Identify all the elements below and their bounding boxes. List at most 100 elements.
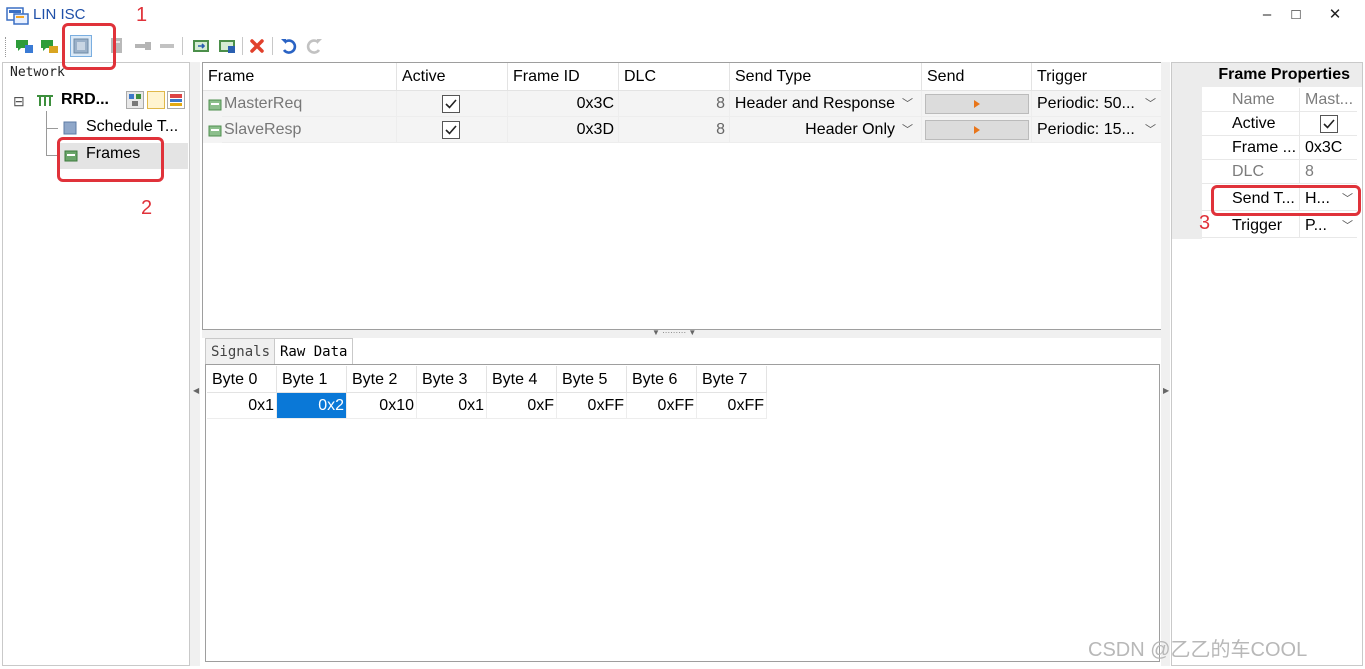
maximize-button[interactable]: □ (1277, 4, 1315, 26)
splitter-grip-icon[interactable]: ▼ ········· ▼ (652, 328, 696, 337)
toolbar (0, 31, 1365, 62)
byte-value-cell-selected[interactable]: 0x2 (277, 393, 347, 419)
check-icon (445, 125, 457, 135)
node-frames-icon[interactable] (167, 91, 185, 109)
column-header-send-type[interactable]: Send Type (730, 63, 922, 91)
column-header-trigger[interactable]: Trigger (1032, 63, 1163, 91)
export-icon[interactable] (216, 35, 238, 57)
tree-node-rrd[interactable]: RRD... (61, 91, 109, 109)
send-type-cell[interactable]: Header Only ﹀ (730, 117, 922, 143)
chevron-down-icon[interactable]: ﹀ (1342, 214, 1353, 237)
check-icon (1323, 119, 1335, 129)
key-icon[interactable] (132, 35, 154, 57)
property-value-active[interactable] (1300, 112, 1357, 136)
trigger-dropdown-value: P... (1305, 217, 1327, 234)
byte-header: Byte 1 (277, 366, 347, 393)
dlc-cell: 8 (619, 91, 730, 117)
add-frame-icon[interactable] (13, 35, 35, 57)
byte-header: Byte 7 (697, 366, 767, 393)
node-cluster-icon[interactable] (126, 91, 144, 109)
active-cell[interactable] (397, 91, 508, 117)
trigger-cell[interactable]: Periodic: 15... ﹀ (1032, 117, 1163, 143)
byte-value-cell[interactable]: 0xF (487, 393, 557, 419)
byte-value-cell[interactable]: 0x10 (347, 393, 417, 419)
splitter-arrow-icon[interactable]: ◀ (193, 386, 199, 395)
network-node-icon (36, 93, 54, 109)
send-type-cell[interactable]: Header and Response ﹀ (730, 91, 922, 117)
node-moon-icon[interactable] (147, 91, 165, 109)
left-splitter[interactable] (190, 62, 200, 666)
byte-value-cell[interactable]: 0xFF (557, 393, 627, 419)
active-checkbox[interactable] (442, 95, 460, 113)
column-header-frame-id[interactable]: Frame ID (508, 63, 619, 91)
column-header-active[interactable]: Active (397, 63, 508, 91)
byte-value-cell[interactable]: 0xFF (627, 393, 697, 419)
property-key-name: Name (1202, 88, 1300, 112)
annotation-box-2 (57, 137, 164, 182)
property-key-dlc: DLC (1202, 160, 1300, 184)
import-icon[interactable] (190, 35, 212, 57)
chevron-down-icon[interactable]: ﹀ (1145, 117, 1156, 142)
property-value-trigger[interactable]: P... ﹀ (1300, 214, 1357, 238)
window-title: LIN ISC (33, 6, 86, 23)
send-button[interactable] (925, 94, 1029, 114)
property-active-checkbox[interactable] (1320, 115, 1338, 133)
property-value-name: Mast... (1300, 88, 1357, 112)
toolbar-grip (5, 37, 8, 57)
properties-gutter (1172, 87, 1202, 239)
column-header-dlc[interactable]: DLC (619, 63, 730, 91)
trigger-cell[interactable]: Periodic: 50... ﹀ (1032, 91, 1163, 117)
chevron-down-icon[interactable]: ﹀ (902, 91, 913, 116)
active-checkbox[interactable] (442, 121, 460, 139)
property-value-frame-id[interactable]: 0x3C (1300, 136, 1357, 160)
chevron-down-icon[interactable]: ﹀ (902, 117, 913, 142)
annotation-box-3 (1211, 185, 1361, 216)
tree-connector (46, 111, 47, 155)
dlc-cell: 8 (619, 117, 730, 143)
title-bar: LIN ISC – □ ✕ (0, 0, 1365, 31)
send-type-value: Header and Response (734, 95, 895, 112)
tree-connector (46, 128, 58, 129)
property-value-dlc: 8 (1300, 160, 1357, 184)
property-key-active: Active (1202, 112, 1300, 136)
tab-signals[interactable]: Signals (205, 338, 277, 364)
active-cell[interactable] (397, 117, 508, 143)
delete-icon[interactable] (246, 35, 268, 57)
tree-item-schedule-tables[interactable]: Schedule T... (86, 118, 178, 136)
frame-name-cell[interactable]: MasterReq (222, 91, 397, 117)
chevron-down-icon[interactable]: ﹀ (1145, 91, 1156, 116)
annotation-box-1 (62, 23, 116, 70)
splitter-arrow-icon[interactable]: ▶ (1163, 386, 1169, 395)
app-icon (6, 7, 30, 25)
play-icon (974, 100, 980, 108)
schedule-table-icon (63, 121, 77, 135)
close-button[interactable]: ✕ (1316, 4, 1354, 26)
send-cell (922, 117, 1032, 143)
frame-id-cell[interactable]: 0x3C (508, 91, 619, 117)
send-cell (922, 91, 1032, 117)
column-header-send[interactable]: Send (922, 63, 1032, 91)
byte-value-cell[interactable]: 0xFF (697, 393, 767, 419)
undo-icon[interactable] (278, 35, 300, 57)
annotation-number-3: 3 (1199, 212, 1211, 234)
minus-icon[interactable] (156, 35, 178, 57)
annotation-number-2: 2 (141, 197, 153, 219)
frame-name-cell[interactable]: SlaveResp (222, 117, 397, 143)
byte-header: Byte 2 (347, 366, 417, 393)
frame-id-cell[interactable]: 0x3D (508, 117, 619, 143)
trigger-value: Periodic: 50... (1037, 95, 1135, 112)
tab-raw-data[interactable]: Raw Data (274, 338, 354, 365)
send-button[interactable] (925, 120, 1029, 140)
play-icon (974, 126, 980, 134)
redo-icon[interactable] (303, 35, 325, 57)
byte-header: Byte 3 (417, 366, 487, 393)
byte-value-cell[interactable]: 0x1 (207, 393, 277, 419)
byte-value-cell[interactable]: 0x1 (417, 393, 487, 419)
right-splitter[interactable] (1161, 62, 1170, 666)
check-icon (445, 99, 457, 109)
column-header-frame[interactable]: Frame (203, 63, 397, 91)
property-key-frame-id: Frame ... (1202, 136, 1300, 160)
tree-expander-icon[interactable]: ⊟ (13, 93, 25, 110)
add-frame-alt-icon[interactable] (38, 35, 60, 57)
send-type-value: Header Only (805, 121, 895, 138)
